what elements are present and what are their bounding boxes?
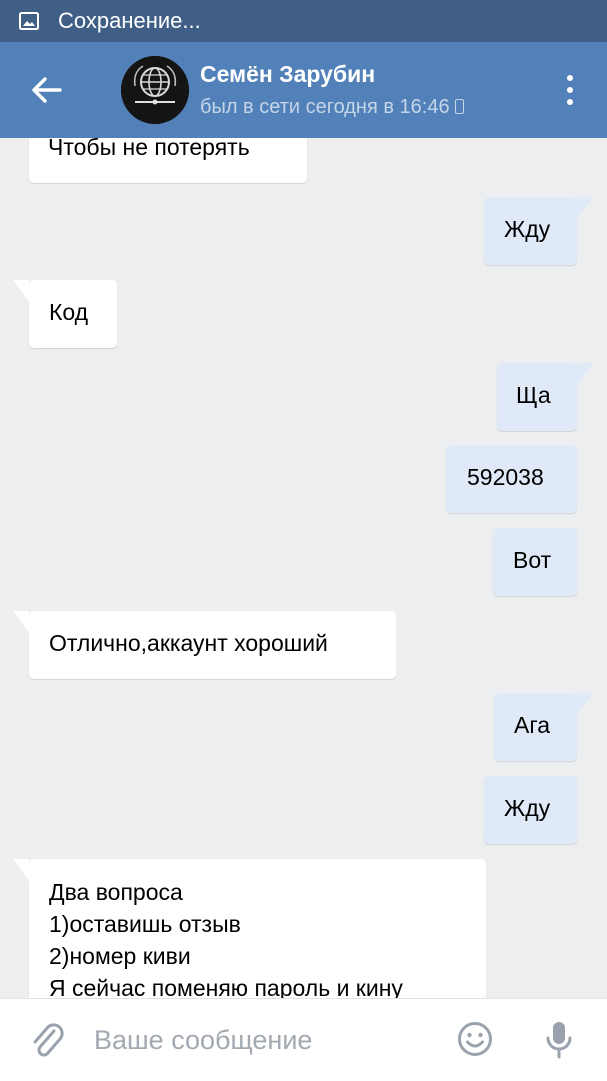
message-incoming[interactable]: Чтобы не потерять — [29, 138, 307, 183]
message-outgoing[interactable]: Жду — [484, 776, 577, 844]
message-text: Вот — [513, 547, 552, 573]
message-text: Ага — [514, 712, 551, 738]
message-line: Два вопроса — [49, 879, 183, 905]
message-incoming[interactable]: Отлично,аккаунт хороший — [13, 611, 396, 679]
smiley-icon[interactable] — [457, 1021, 493, 1057]
message-incoming[interactable]: Два вопроса 1)оставишь отзыв 2)номер кив… — [13, 859, 486, 998]
message-text: Отлично,аккаунт хороший — [49, 630, 328, 656]
contact-name[interactable]: Семён Зарубин — [200, 61, 375, 87]
more-vertical-icon[interactable] — [556, 70, 584, 110]
microphone-icon[interactable] — [545, 1021, 573, 1059]
message-outgoing[interactable]: Жду — [484, 197, 593, 265]
paperclip-icon[interactable] — [30, 1021, 64, 1061]
bubble-tail — [577, 363, 593, 385]
message-outgoing[interactable]: Ага — [494, 693, 593, 761]
message-text: Ща — [516, 382, 551, 408]
message-outgoing[interactable]: Вот — [493, 528, 577, 596]
chat-header: Семён Зарубин был в сети сегодня в 16:46 — [0, 42, 607, 138]
bubble-tail — [13, 611, 29, 633]
message-text: Жду — [504, 216, 551, 242]
message-list[interactable]: Чтобы не потерять Жду Код Ща 592038 Вот … — [0, 138, 607, 998]
message-text: Чтобы не потерять — [48, 138, 250, 160]
contact-status: был в сети сегодня в 16:46 — [200, 95, 464, 119]
message-line: 1)оставишь отзыв — [49, 911, 241, 937]
message-text: 592038 — [467, 464, 544, 490]
compose-bar — [0, 998, 607, 1081]
image-icon — [19, 12, 39, 30]
bubble-tail — [13, 859, 29, 881]
avatar[interactable] — [121, 56, 189, 124]
phone-icon — [454, 99, 464, 114]
status-bar: Сохранение... — [0, 0, 607, 42]
message-input[interactable] — [94, 1019, 434, 1061]
message-line: Я сейчас поменяю пароль и кину — [49, 975, 403, 998]
bubble-tail — [13, 280, 29, 302]
globe-logo-icon — [121, 56, 189, 124]
arrow-left-icon[interactable] — [26, 72, 66, 108]
message-text: Два вопроса 1)оставишь отзыв 2)номер кив… — [29, 859, 486, 998]
message-text: Жду — [504, 795, 551, 821]
message-outgoing[interactable]: Ща — [497, 363, 593, 431]
bubble-tail — [577, 693, 593, 715]
message-incoming[interactable]: Код — [13, 280, 117, 348]
contact-status-text: был в сети сегодня в 16:46 — [200, 96, 450, 118]
message-outgoing[interactable]: 592038 — [446, 445, 577, 513]
message-text: Код — [49, 299, 89, 325]
message-line: 2)номер киви — [49, 943, 191, 969]
status-text: Сохранение... — [58, 8, 201, 33]
bubble-tail — [577, 197, 593, 219]
